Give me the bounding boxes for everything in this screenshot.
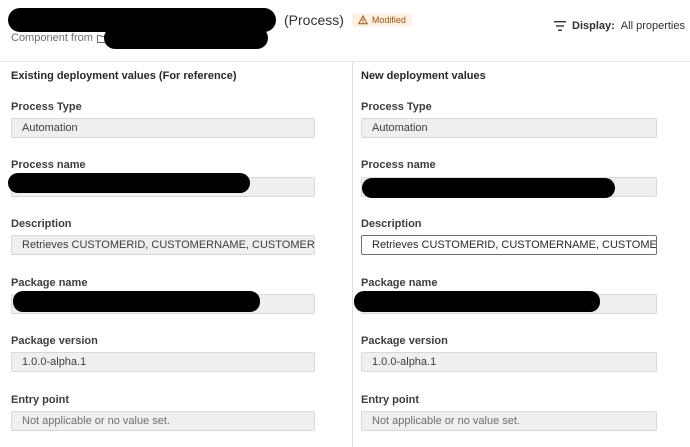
display-label: Display: <box>572 20 615 32</box>
redacted-right-package-name <box>354 291 600 312</box>
warning-triangle-icon <box>357 15 368 25</box>
left-package-version-value: 1.0.0-alpha.1 <box>11 352 315 372</box>
right-entry-point-value: Not applicable or no value set. <box>361 411 657 431</box>
display-value: All properties <box>620 20 685 32</box>
component-source: Component from <box>11 32 107 44</box>
left-label-package-name: Package name <box>11 277 88 289</box>
right-label-process-type: Process Type <box>361 101 432 113</box>
left-label-process-type: Process Type <box>11 101 82 113</box>
modified-badge: Modified <box>351 13 412 27</box>
right-label-package-version: Package version <box>361 335 448 347</box>
left-entry-point-value: Not applicable or no value set. <box>11 411 315 431</box>
right-package-version-value: 1.0.0-alpha.1 <box>361 352 657 372</box>
left-process-type-value: Automation <box>11 118 315 138</box>
redacted-right-process-name <box>362 178 615 198</box>
title-suffix: (Process) <box>284 12 344 28</box>
existing-values-title: Existing deployment values (For referenc… <box>11 70 237 82</box>
header-divider <box>0 61 690 62</box>
left-label-process-name: Process name <box>11 159 86 171</box>
subtitle-prefix: Component from <box>11 32 93 44</box>
right-label-process-name: Process name <box>361 159 436 171</box>
right-description-input[interactable]: Retrieves CUSTOMERID, CUSTOMERNAME, CUST… <box>361 235 657 255</box>
left-label-package-version: Package version <box>11 335 98 347</box>
redacted-left-process-name <box>8 173 250 193</box>
filter-lines-icon <box>554 21 566 31</box>
left-label-description: Description <box>11 218 72 230</box>
redacted-left-package-name <box>13 291 260 312</box>
left-label-entry-point: Entry point <box>11 394 70 406</box>
badge-label: Modified <box>371 15 406 25</box>
display-filter[interactable]: Display: All properties <box>554 20 685 32</box>
right-label-entry-point: Entry point <box>361 394 420 406</box>
right-label-package-name: Package name <box>361 277 438 289</box>
redacted-folder-name <box>104 27 268 49</box>
new-values-title: New deployment values <box>361 70 486 82</box>
column-divider <box>352 62 353 447</box>
right-process-type-value: Automation <box>361 118 657 138</box>
right-label-description: Description <box>361 218 422 230</box>
left-description-value: Retrieves CUSTOMERID, CUSTOMERNAME, CUST… <box>11 235 315 255</box>
